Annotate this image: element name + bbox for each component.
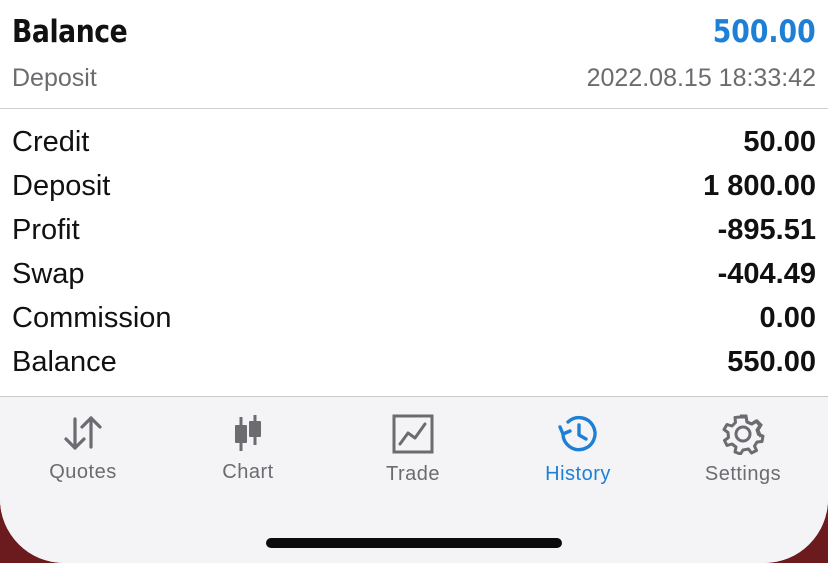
summary-row-balance: Balance 550.00 [0,342,828,386]
summary-value: 0.00 [759,302,816,334]
summary-value: 1 800.00 [703,170,816,202]
tab-chart[interactable]: Chart [178,413,318,503]
summary-label: Deposit [12,170,111,202]
summary-label: Commission [12,302,172,334]
tab-label: History [545,463,611,485]
tab-trade[interactable]: Trade [343,413,483,503]
summary-value: -895.51 [717,214,816,246]
tab-label: Trade [385,463,440,485]
candlestick-icon [235,415,261,451]
tab-bar: Quotes Chart Trade History Settings [0,396,828,563]
deal-header: Balance 500.00 Deposit 2022.08.15 18:33:… [0,0,828,109]
tab-settings[interactable]: Settings [673,413,813,503]
home-indicator[interactable] [266,538,562,548]
tab-history[interactable]: History [508,413,648,503]
summary-value: 50.00 [743,126,816,158]
summary-row-profit: Profit -895.51 [0,210,828,254]
summary-label: Swap [12,258,85,290]
tab-label: Chart [222,461,274,483]
deal-type: Deposit [12,64,97,92]
tab-label: Settings [704,463,782,485]
quotes-arrows-icon [64,416,102,450]
summary-row-credit: Credit 50.00 [0,122,828,166]
deal-amount: 500.00 [713,14,816,50]
history-detail-screen: Balance 500.00 Deposit 2022.08.15 18:33:… [0,0,828,563]
tab-quotes[interactable]: Quotes [13,413,153,503]
summary-value: 550.00 [727,346,816,378]
deal-timestamp: 2022.08.15 18:33:42 [586,64,816,92]
summary-label: Profit [12,214,80,246]
summary-label: Credit [12,126,90,158]
deal-title: Balance [12,14,128,50]
summary-value: -404.49 [717,258,816,290]
tab-label: Quotes [49,461,117,483]
trade-chart-icon [392,414,434,454]
summary-row-deposit: Deposit 1 800.00 [0,166,828,210]
history-clock-icon [558,415,597,452]
gear-icon [722,414,765,455]
summary-list: Credit 50.00 Deposit 1 800.00 Profit -89… [0,122,828,386]
summary-label: Balance [12,346,117,378]
summary-row-swap: Swap -404.49 [0,254,828,298]
summary-row-commission: Commission 0.00 [0,298,828,342]
